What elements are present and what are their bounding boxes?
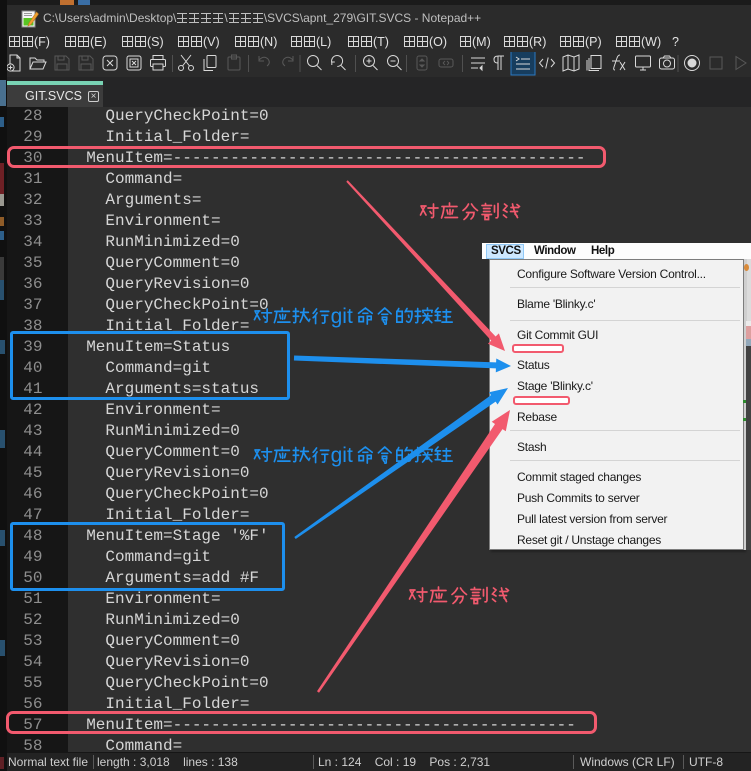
svg-text:git: git: [331, 444, 353, 467]
svg-text:git: git: [331, 305, 353, 328]
